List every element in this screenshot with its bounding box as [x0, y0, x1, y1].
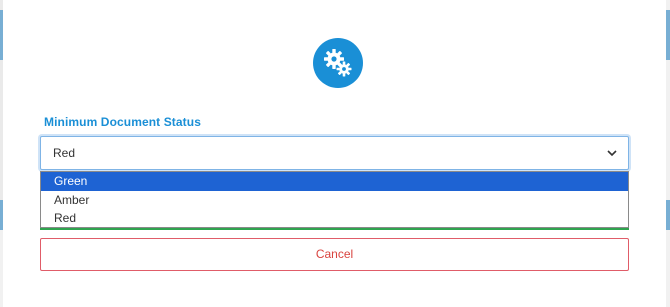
background-page-edge-right — [666, 0, 670, 307]
option-red[interactable]: Red — [41, 209, 628, 228]
status-options-list: Green Amber Red — [40, 171, 629, 228]
minimum-document-status-select[interactable]: Red — [40, 136, 629, 170]
chevron-down-icon — [607, 150, 617, 157]
option-amber[interactable]: Amber — [41, 191, 628, 210]
confirm-button-border — [40, 228, 629, 230]
option-green[interactable]: Green — [41, 172, 628, 191]
select-current-value: Red — [53, 146, 76, 160]
gears-icon — [313, 38, 363, 88]
cancel-button[interactable]: Cancel — [40, 238, 629, 271]
minimum-document-status-label: Minimum Document Status — [44, 115, 201, 129]
background-page-edge-left — [0, 0, 3, 307]
